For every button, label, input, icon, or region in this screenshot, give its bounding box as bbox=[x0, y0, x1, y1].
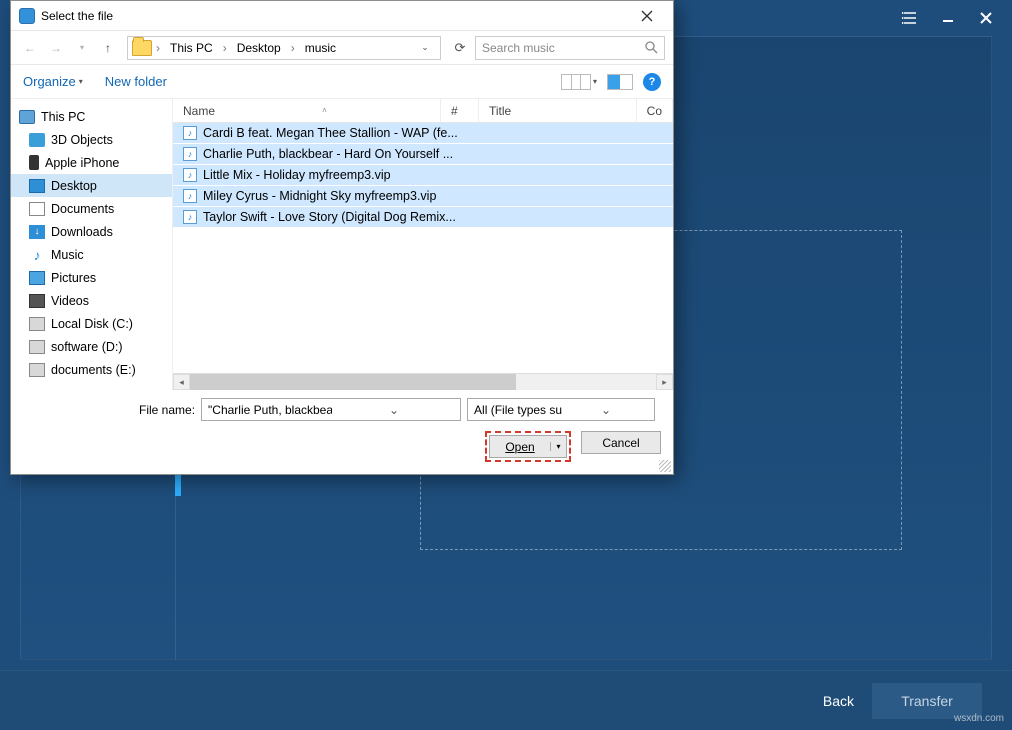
dialog-toolbar: Organize ▾ New folder ▾ ? bbox=[11, 65, 673, 99]
search-placeholder: Search music bbox=[482, 41, 645, 55]
audio-file-icon: ♪ bbox=[183, 147, 197, 161]
chevron-down-icon[interactable]: ▾ bbox=[593, 77, 597, 86]
nav-up-icon[interactable]: ↑ bbox=[97, 37, 119, 59]
dialog-titlebar: Select the file bbox=[11, 1, 673, 31]
column-name[interactable]: Name˄ bbox=[173, 99, 441, 122]
tree-this-pc[interactable]: This PC bbox=[11, 105, 172, 128]
desktop-icon bbox=[29, 179, 45, 193]
file-row[interactable]: ♪Charlie Puth, blackbear - Hard On Yours… bbox=[173, 144, 673, 165]
view-mode-button[interactable] bbox=[561, 74, 591, 90]
tree-downloads[interactable]: Downloads bbox=[11, 220, 172, 243]
videos-icon bbox=[29, 294, 45, 308]
file-dialog: Select the file ← → ▾ ↑ › This PC › Desk… bbox=[10, 0, 674, 475]
dialog-close-button[interactable] bbox=[629, 5, 665, 27]
search-input[interactable]: Search music bbox=[475, 36, 665, 60]
preview-pane-toggle[interactable] bbox=[607, 74, 633, 90]
cube-icon bbox=[29, 133, 45, 147]
chevron-right-icon[interactable]: › bbox=[289, 41, 297, 55]
tree-documents-e[interactable]: documents (E:) bbox=[11, 358, 172, 381]
tree-desktop[interactable]: Desktop bbox=[11, 174, 172, 197]
watermark: wsxdn.com bbox=[954, 713, 1004, 724]
resize-grip[interactable] bbox=[659, 460, 671, 472]
chevron-down-icon: ▾ bbox=[79, 77, 83, 86]
audio-file-icon: ♪ bbox=[183, 189, 197, 203]
download-icon bbox=[29, 225, 45, 239]
breadcrumb-desktop[interactable]: Desktop bbox=[231, 37, 287, 59]
sort-asc-icon: ˄ bbox=[322, 106, 327, 115]
dialog-bottom: File name: "Charlie Puth, blackbear - Ha… bbox=[11, 390, 673, 474]
horizontal-scrollbar[interactable]: ◂ ▸ bbox=[173, 373, 673, 390]
open-button-highlight: Open ▾ bbox=[485, 431, 571, 462]
close-icon[interactable] bbox=[976, 8, 996, 28]
list-icon[interactable] bbox=[900, 8, 920, 28]
folder-icon bbox=[132, 40, 152, 56]
file-row[interactable]: ♪Little Mix - Holiday myfreemp3.vip bbox=[173, 165, 673, 186]
disk-icon bbox=[29, 317, 45, 331]
filetype-select[interactable]: All (File types supported by the ⌄ bbox=[467, 398, 655, 421]
cancel-button[interactable]: Cancel bbox=[581, 431, 661, 454]
disk-icon bbox=[29, 363, 45, 377]
new-folder-button[interactable]: New folder bbox=[105, 74, 167, 89]
filename-input[interactable]: "Charlie Puth, blackbear - Hard On Yours… bbox=[201, 398, 461, 421]
scroll-right-icon[interactable]: ▸ bbox=[656, 374, 673, 390]
tree-3d-objects[interactable]: 3D Objects bbox=[11, 128, 172, 151]
filename-label: File name: bbox=[21, 403, 195, 417]
organize-menu[interactable]: Organize ▾ bbox=[23, 74, 83, 89]
phone-icon bbox=[29, 155, 39, 170]
dialog-title: Select the file bbox=[41, 9, 113, 23]
file-row[interactable]: ♪Taylor Swift - Love Story (Digital Dog … bbox=[173, 207, 673, 228]
file-row[interactable]: ♪Miley Cyrus - Midnight Sky myfreemp3.vi… bbox=[173, 186, 673, 207]
breadcrumb-music[interactable]: music bbox=[299, 37, 342, 59]
app-icon bbox=[19, 8, 35, 24]
address-bar[interactable]: › This PC › Desktop › music ⌄ bbox=[127, 36, 441, 60]
audio-file-icon: ♪ bbox=[183, 210, 197, 224]
nav-recent-icon[interactable]: ▾ bbox=[71, 37, 93, 59]
disk-icon bbox=[29, 340, 45, 354]
app-footer: Back Transfer bbox=[0, 670, 1012, 730]
chevron-down-icon[interactable]: ⌄ bbox=[562, 403, 650, 417]
tree-pictures[interactable]: Pictures bbox=[11, 266, 172, 289]
file-list: Name˄ # Title Co ♪Cardi B feat. Megan Th… bbox=[173, 99, 673, 390]
scroll-left-icon[interactable]: ◂ bbox=[173, 374, 190, 390]
tree-music[interactable]: ♪Music bbox=[11, 243, 172, 266]
chevron-right-icon[interactable]: › bbox=[221, 41, 229, 55]
minimize-icon[interactable] bbox=[938, 8, 958, 28]
tree-software-d[interactable]: software (D:) bbox=[11, 335, 172, 358]
nav-tree: This PC 3D Objects Apple iPhone Desktop … bbox=[11, 99, 173, 390]
search-icon bbox=[645, 41, 658, 54]
column-title[interactable]: Title bbox=[479, 99, 637, 122]
column-number[interactable]: # bbox=[441, 99, 479, 122]
refresh-icon[interactable]: ⟳ bbox=[449, 37, 471, 59]
tree-videos[interactable]: Videos bbox=[11, 289, 172, 312]
help-icon[interactable]: ? bbox=[643, 73, 661, 91]
column-co[interactable]: Co bbox=[637, 99, 673, 122]
pictures-icon bbox=[29, 271, 45, 285]
music-icon: ♪ bbox=[29, 248, 45, 262]
open-button[interactable]: Open ▾ bbox=[489, 435, 567, 458]
nav-back-icon[interactable]: ← bbox=[19, 37, 41, 59]
audio-file-icon: ♪ bbox=[183, 168, 197, 182]
tree-documents[interactable]: Documents bbox=[11, 197, 172, 220]
tree-local-disk-c[interactable]: Local Disk (C:) bbox=[11, 312, 172, 335]
chevron-down-icon[interactable]: ▾ bbox=[550, 442, 566, 451]
back-button[interactable]: Back bbox=[823, 693, 854, 709]
file-row[interactable]: ♪Cardi B feat. Megan Thee Stallion - WAP… bbox=[173, 123, 673, 144]
chevron-right-icon[interactable]: › bbox=[154, 41, 162, 55]
document-icon bbox=[29, 202, 45, 216]
breadcrumb-this-pc[interactable]: This PC bbox=[164, 37, 219, 59]
dialog-nav: ← → ▾ ↑ › This PC › Desktop › music ⌄ ⟳ … bbox=[11, 31, 673, 65]
nav-forward-icon[interactable]: → bbox=[45, 37, 67, 59]
pc-icon bbox=[19, 110, 35, 124]
chevron-down-icon[interactable]: ⌄ bbox=[414, 37, 436, 59]
scrollbar-thumb[interactable] bbox=[190, 374, 516, 390]
tree-apple-iphone[interactable]: Apple iPhone bbox=[11, 151, 172, 174]
audio-file-icon: ♪ bbox=[183, 126, 197, 140]
column-headers: Name˄ # Title Co bbox=[173, 99, 673, 123]
chevron-down-icon[interactable]: ⌄ bbox=[332, 403, 456, 417]
